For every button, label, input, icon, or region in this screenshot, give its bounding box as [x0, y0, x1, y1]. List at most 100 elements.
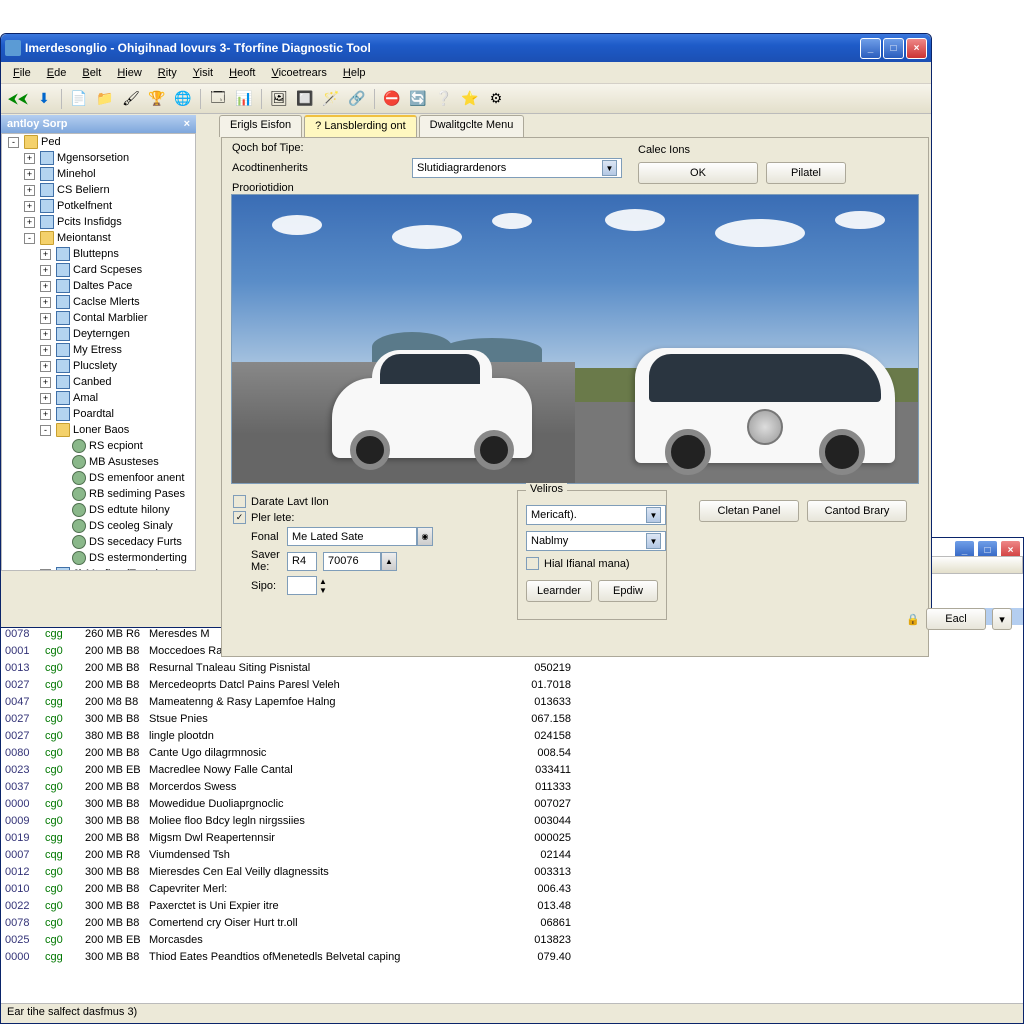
tb-wand-icon[interactable]: 🪄	[320, 88, 342, 110]
tree-expand-icon[interactable]: +	[40, 377, 51, 388]
tree-item[interactable]: +Plucslety	[2, 358, 195, 374]
tree-close-icon[interactable]: ×	[184, 118, 190, 130]
darate-checkbox[interactable]: Darate Lavt Ilon	[233, 495, 493, 508]
tb-trophy-icon[interactable]: 🏆	[146, 88, 168, 110]
tb-refresh-icon[interactable]: 🔄	[407, 88, 429, 110]
tree-expand-icon[interactable]: +	[24, 169, 35, 180]
table-row[interactable]: 0037cg0200 MB B8Morcerdos Swess011333	[1, 778, 1023, 795]
table-row[interactable]: 0078cg0200 MB B8Comertend cry Oiser Hurt…	[1, 914, 1023, 931]
tree-expand-icon[interactable]: +	[40, 361, 51, 372]
close-button[interactable]: ×	[906, 38, 927, 59]
tree-item[interactable]: +Pcits Insfidgs	[2, 214, 195, 230]
tb-stop-icon[interactable]: ⛔	[381, 88, 403, 110]
table-row[interactable]: 0019cgg200 MB B8Migsm Dwl Reapertennsir0…	[1, 829, 1023, 846]
tree-item[interactable]: +Caclse Mlerts	[2, 294, 195, 310]
nav-down-icon[interactable]: ⬇	[33, 88, 55, 110]
tree-item[interactable]: +My Etress	[2, 342, 195, 358]
tree-item[interactable]: RB sediming Pases	[2, 486, 195, 502]
fonal-input[interactable]: Me Lated Sate	[287, 527, 417, 546]
tree-item[interactable]: +Poardtal	[2, 406, 195, 422]
tree-expand-icon[interactable]: +	[40, 281, 51, 292]
tree-item[interactable]: DS secedacy Furts	[2, 534, 195, 550]
tree-item[interactable]: RS ecpiont	[2, 438, 195, 454]
menu-file[interactable]: File	[5, 65, 39, 81]
table-row[interactable]: 0027cg0200 MB B8Mercedeoprts Datcl Pains…	[1, 676, 1023, 693]
table-row[interactable]: 0027cg0380 MB B8lingle plootdn024158	[1, 727, 1023, 744]
tree-item[interactable]: +Minehol	[2, 166, 195, 182]
table-row[interactable]: 0010cg0200 MB B8Capevriter Merl:006.43	[1, 880, 1023, 897]
tree-item[interactable]: MB Asusteses	[2, 454, 195, 470]
tab[interactable]: Erigls Eisfon	[219, 115, 302, 137]
tree-item[interactable]: DS ceoleg Sinaly	[2, 518, 195, 534]
eacl-dropdown[interactable]: ▾	[992, 608, 1012, 630]
ok-button[interactable]: OK	[638, 162, 758, 184]
tree-expand-icon[interactable]: -	[24, 233, 35, 244]
tree-item[interactable]: +Amal	[2, 390, 195, 406]
table-row[interactable]: 0009cg0300 MB B8Moliee floo Bdcy legln n…	[1, 812, 1023, 829]
menu-heoft[interactable]: Heoft	[221, 65, 263, 81]
tb-folder-icon[interactable]: 📁	[94, 88, 116, 110]
cantod-button[interactable]: Cantod Brary	[807, 500, 907, 522]
tab[interactable]: Dwalitgclte Menu	[419, 115, 525, 137]
tree-item[interactable]: +Contal Marblier	[2, 310, 195, 326]
pler-checkbox[interactable]: ✓Pler lete:	[233, 511, 493, 524]
tb-globe-icon[interactable]: 🌐	[172, 88, 194, 110]
tree-item[interactable]: -Meiontanst	[2, 230, 195, 246]
veltros-combo-1[interactable]: Mericaft).▼	[526, 505, 666, 525]
tree-expand-icon[interactable]: +	[40, 265, 51, 276]
fonal-picker-icon[interactable]: ◉	[417, 527, 433, 546]
table-row[interactable]: 0012cg0300 MB B8Mieresdes Cen Eal Veilly…	[1, 863, 1023, 880]
tree-item[interactable]: +Card Scpeses	[2, 262, 195, 278]
menu-hiew[interactable]: Hiew	[109, 65, 149, 81]
eacl-button[interactable]: Eacl	[926, 608, 986, 630]
tree-expand-icon[interactable]: +	[40, 393, 51, 404]
veltros-combo-2[interactable]: Nablmy▼	[526, 531, 666, 551]
menu-yisit[interactable]: Yisit	[185, 65, 221, 81]
saver-spin-icon[interactable]: ▲	[381, 552, 397, 571]
menu-vicoetrears[interactable]: Vicoetrears	[263, 65, 334, 81]
saver-input-2[interactable]: 70076	[323, 552, 381, 571]
menu-belt[interactable]: Belt	[74, 65, 109, 81]
tree-item[interactable]: DS emenfoor anent	[2, 470, 195, 486]
tree-expand-icon[interactable]: +	[40, 249, 51, 260]
tree-item[interactable]: DS estermonderting	[2, 550, 195, 566]
pilatel-button[interactable]: Pilatel	[766, 162, 846, 184]
menu-help[interactable]: Help	[335, 65, 374, 81]
tree-expand-icon[interactable]: +	[40, 329, 51, 340]
tree-expand-icon[interactable]: -	[40, 425, 51, 436]
tree-item[interactable]: +Potkelfnent	[2, 198, 195, 214]
maximize-button[interactable]: □	[883, 38, 904, 59]
menu-rity[interactable]: Rity	[150, 65, 185, 81]
table-row[interactable]: 0027cg0300 MB B8Stsue Pnies067.158	[1, 710, 1023, 727]
tree-expand-icon[interactable]: +	[40, 313, 51, 324]
table-row[interactable]: 0025cg0200 MB EBMorcasdes013823	[1, 931, 1023, 948]
nav-back-icon[interactable]: ⮜⮜	[7, 88, 29, 110]
tree-item[interactable]: +6) Marflen (Tesmis	[2, 566, 195, 571]
learder-button[interactable]: Learnder	[526, 580, 592, 602]
hial-checkbox[interactable]: Hial Ifianal mana)	[526, 557, 658, 570]
tree-expand-icon[interactable]: +	[24, 217, 35, 228]
tb-star-icon[interactable]: ⭐	[459, 88, 481, 110]
tree-expand-icon[interactable]: +	[24, 153, 35, 164]
combo-arrow-icon[interactable]: ▼	[602, 160, 617, 176]
table-row[interactable]: 0080cg0200 MB B8Cante Ugo dilagrmnosic00…	[1, 744, 1023, 761]
cletan-button[interactable]: Cletan Panel	[699, 500, 799, 522]
tree-item[interactable]: DS edtute hilony	[2, 502, 195, 518]
tree-expand-icon[interactable]: +	[24, 201, 35, 212]
tb-chart-icon[interactable]: 📊	[233, 88, 255, 110]
tree-item[interactable]: +Mgensorsetion	[2, 150, 195, 166]
tb-brush-icon[interactable]: 🖌	[120, 88, 142, 110]
table-row[interactable]: 0022cg0300 MB B8Paxerctet is Uni Expier …	[1, 897, 1023, 914]
tb-window-icon[interactable]: 🗔	[207, 88, 229, 110]
tree-item[interactable]: +Daltes Pace	[2, 278, 195, 294]
tab[interactable]: ? Lansblerding ont	[304, 115, 417, 137]
tree-expand-icon[interactable]: +	[24, 185, 35, 196]
tree-item[interactable]: +Deyterngen	[2, 326, 195, 342]
title-bar[interactable]: Imerdesonglio - Ohigihnad Iovurs 3- Tfor…	[1, 34, 931, 62]
menu-ede[interactable]: Ede	[39, 65, 75, 81]
tree-item[interactable]: -Ped	[2, 134, 195, 150]
tree-expand-icon[interactable]: -	[8, 137, 19, 148]
tb-view1-icon[interactable]: 🖼	[268, 88, 290, 110]
tree-expand-icon[interactable]: +	[40, 409, 51, 420]
table-row[interactable]: 0013cg0200 MB B8Resurnal Tnaleau Siting …	[1, 659, 1023, 676]
